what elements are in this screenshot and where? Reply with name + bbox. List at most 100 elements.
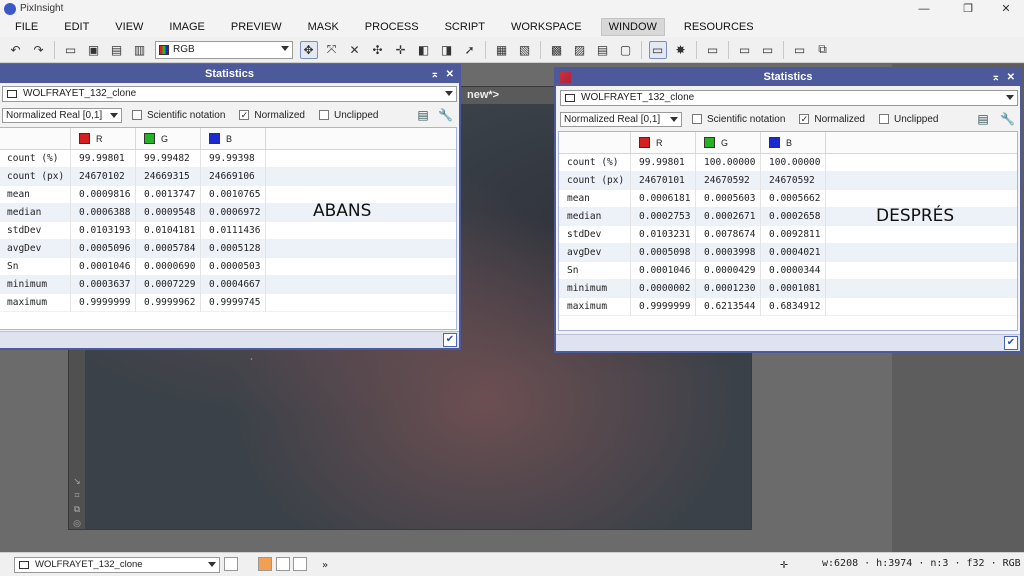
normalized-label: Normalized xyxy=(254,109,305,121)
table-row: Sn 0.0001046 0.0000690 0.0000503 xyxy=(0,257,456,276)
center-icon[interactable]: ✛ xyxy=(392,41,410,59)
mask-show-icon[interactable]: ▨ xyxy=(571,41,589,59)
screen-transfer-icon[interactable]: ▭ xyxy=(648,40,667,59)
unclipped-checkbox[interactable]: Unclipped xyxy=(878,114,938,125)
pan-mode-icon[interactable]: ✥ xyxy=(299,40,318,59)
close-icon[interactable]: ✕ xyxy=(446,66,454,83)
explorer-icon[interactable]: ▦ xyxy=(493,41,511,59)
table-row: mean 0.0009816 0.0013747 0.0010765 xyxy=(0,185,456,204)
preview-icon[interactable]: ◧ xyxy=(415,41,433,59)
menu-view[interactable]: VIEW xyxy=(108,19,150,35)
move-icon[interactable]: ✣ xyxy=(369,41,387,59)
table-row: median 0.0006388 0.0009548 0.0006972 xyxy=(0,203,456,222)
minimize-button[interactable]: — xyxy=(904,0,944,17)
stat-value: 0.0078674 xyxy=(696,225,761,244)
monitor-icon[interactable]: ▭ xyxy=(704,41,722,59)
target-icon[interactable]: ◎ xyxy=(72,518,82,528)
menu-resources[interactable]: RESOURCES xyxy=(677,19,761,35)
image-info-icon[interactable]: ▭ xyxy=(62,41,80,59)
header-g-label: G xyxy=(161,133,169,144)
check-icon: ✓ xyxy=(239,110,250,120)
table-row: maximum 0.9999999 0.9999962 0.9999745 xyxy=(0,293,456,312)
menu-process[interactable]: PROCESS xyxy=(358,19,426,35)
crosshair-icon[interactable]: ✛ xyxy=(780,557,788,572)
statistics-panel-title: Statistics ⌅ ✕ xyxy=(0,66,459,83)
view-select[interactable]: WOLFRAYET_132_clone xyxy=(560,90,1018,106)
pin-icon[interactable]: ⌅ xyxy=(431,66,439,83)
normalized-label: Normalized xyxy=(814,113,865,125)
range-mode-select[interactable]: Normalized Real [0,1] xyxy=(2,107,122,123)
format-icon[interactable]: ▧ xyxy=(516,41,534,59)
display-red-icon[interactable]: ▭ xyxy=(736,41,754,59)
checkbox-box xyxy=(132,110,142,120)
scientific-notation-checkbox[interactable]: Scientific notation xyxy=(692,114,785,125)
save-table-icon[interactable]: ▤ xyxy=(416,108,430,122)
new-image-icon[interactable]: ▣ xyxy=(85,41,103,59)
menu-workspace[interactable]: WORKSPACE xyxy=(504,19,589,35)
wrench-icon[interactable]: 🔧 xyxy=(438,108,453,122)
duplicate-icon[interactable]: ▤ xyxy=(108,41,126,59)
statistics-panel-title: Statistics ⌅ ✕ xyxy=(556,69,1020,86)
mask-invert-icon[interactable]: ▤ xyxy=(594,41,612,59)
zoom-in-icon[interactable]: ✕ xyxy=(346,41,364,59)
range-mode-select[interactable]: Normalized Real [0,1] xyxy=(560,111,682,127)
statistics-panel-before: Statistics ⌅ ✕ WOLFRAYET_132_clone Norma… xyxy=(0,64,461,350)
cascade-icon[interactable]: ⧉ xyxy=(814,41,832,59)
mask-remove-icon[interactable]: ▢ xyxy=(617,41,635,59)
undo-icon[interactable]: ↶ xyxy=(7,41,25,59)
active-view-select[interactable]: WOLFRAYET_132_clone xyxy=(14,557,220,573)
view-window-button[interactable] xyxy=(224,557,238,571)
expand-icon[interactable]: ↘ xyxy=(72,476,82,486)
maximize-button[interactable]: ❐ xyxy=(948,0,988,17)
checkbox-box xyxy=(318,110,329,120)
color-space-icon[interactable]: ▥ xyxy=(131,41,149,59)
stf-auto-icon[interactable]: ✸ xyxy=(672,41,690,59)
toolbar-divider xyxy=(728,40,729,59)
stat-value: 0.0004667 xyxy=(201,275,266,294)
close-button[interactable]: ✕ xyxy=(986,0,1024,17)
menu-mask[interactable]: MASK xyxy=(301,19,346,35)
pin-icon[interactable]: ⌅ xyxy=(992,69,1000,86)
close-icon[interactable]: ✕ xyxy=(1007,69,1015,86)
menu-preview[interactable]: PREVIEW xyxy=(224,19,289,35)
menu-edit[interactable]: EDIT xyxy=(57,19,96,35)
pointer-icon[interactable]: ➚ xyxy=(461,41,479,59)
wrench-icon[interactable]: 🔧 xyxy=(1000,112,1015,126)
preview-button[interactable] xyxy=(276,557,290,571)
crop-icon[interactable]: ⌗ xyxy=(72,490,82,500)
normalized-checkbox[interactable]: ✓ Normalized xyxy=(239,110,305,121)
chevron-down-icon xyxy=(208,562,216,567)
pixinsight-logo-icon xyxy=(4,2,16,15)
mask-color-button[interactable] xyxy=(258,557,272,571)
display-reset-icon[interactable]: ▭ xyxy=(759,41,777,59)
mask-icon[interactable]: ▩ xyxy=(548,41,566,59)
preview-button-2[interactable] xyxy=(293,557,307,571)
view-select[interactable]: WOLFRAYET_132_clone xyxy=(2,86,457,102)
redo-icon[interactable]: ↷ xyxy=(30,41,48,59)
zoom-fit-icon[interactable]: ⤧ xyxy=(323,41,341,59)
apply-check-icon[interactable]: ✔ xyxy=(1004,336,1018,350)
tile-icon[interactable]: ▭ xyxy=(791,41,809,59)
checkbox-box xyxy=(692,114,702,124)
check-icon: ✓ xyxy=(799,114,810,124)
table-row: stdDev 0.0103231 0.0078674 0.0092811 xyxy=(559,225,1017,244)
save-table-icon[interactable]: ▤ xyxy=(976,112,990,126)
toolbar-divider xyxy=(540,40,541,59)
menu-window[interactable]: WINDOW xyxy=(600,18,665,36)
channel-select[interactable]: RGB xyxy=(155,40,293,59)
menu-image[interactable]: IMAGE xyxy=(162,19,211,35)
normalized-checkbox[interactable]: ✓ Normalized xyxy=(799,114,865,125)
scientific-notation-checkbox[interactable]: Scientific notation xyxy=(132,110,225,121)
menu-file[interactable]: FILE xyxy=(8,19,45,35)
main-toolbar: ↶ ↷ ▭ ▣ ▤ ▥ RGB ✥ ⤧ ✕ ✣ ✛ ◧ ◨ ➚ ▦ ▧ ▩ ▨ … xyxy=(0,37,1024,63)
unclipped-checkbox[interactable]: Unclipped xyxy=(318,110,378,121)
stat-value: 24670592 xyxy=(761,171,826,190)
menu-script[interactable]: SCRIPT xyxy=(438,19,492,35)
image-view-icon xyxy=(7,90,17,98)
preview-edit-icon[interactable]: ◨ xyxy=(438,41,456,59)
apply-check-icon[interactable]: ✔ xyxy=(443,333,457,347)
more-chevron[interactable]: » xyxy=(322,560,328,571)
copy-icon[interactable]: ⧉ xyxy=(72,504,82,514)
image-info-readout: w:6208 · h:3974 · n:3 · f32 · RGB · 282 xyxy=(822,558,1024,569)
chevron-down-icon xyxy=(110,112,118,118)
